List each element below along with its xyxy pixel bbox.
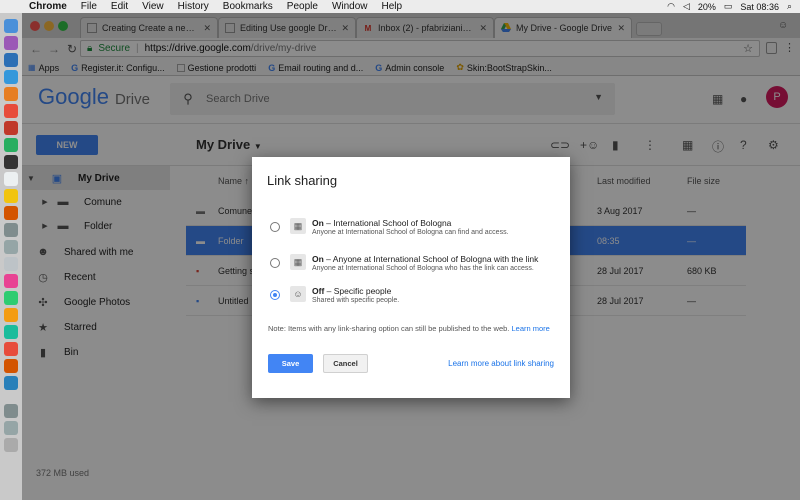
- app-icon[interactable]: [4, 223, 18, 237]
- volume-icon[interactable]: ◁: [683, 1, 690, 12]
- dialog-title: Link sharing: [267, 173, 338, 188]
- books-icon[interactable]: [4, 359, 18, 373]
- link-sharing-dialog: Link sharing ▦ On – International School…: [252, 157, 570, 398]
- publish-note: Note: Items with any link-sharing option…: [268, 324, 550, 333]
- menu-help[interactable]: Help: [375, 1, 410, 12]
- siri-icon[interactable]: [4, 36, 18, 50]
- person-icon: ☺: [290, 286, 306, 302]
- menu-window[interactable]: Window: [325, 1, 375, 12]
- menu-view[interactable]: View: [135, 1, 171, 12]
- sharing-option-organization-link[interactable]: ▦ On – Anyone at International School of…: [270, 251, 560, 281]
- menubar-clock[interactable]: Sat 08:36: [740, 2, 779, 12]
- downloads-icon[interactable]: [4, 421, 18, 435]
- radio-button[interactable]: [270, 222, 280, 232]
- battery-percent[interactable]: 20%: [698, 2, 716, 12]
- photos-icon[interactable]: [4, 308, 18, 322]
- organization-link-icon: ▦: [290, 254, 306, 270]
- learn-more-link[interactable]: Learn more: [511, 324, 549, 333]
- music-icon[interactable]: [4, 342, 18, 356]
- radio-button[interactable]: [270, 258, 280, 268]
- organization-icon: ▦: [290, 218, 306, 234]
- save-button[interactable]: Save: [268, 354, 313, 373]
- app-icon[interactable]: [4, 240, 18, 254]
- sharing-option-specific-people[interactable]: ☺ Off – Specific people Shared with spec…: [270, 283, 560, 313]
- macos-menubar: Chrome File Edit View History Bookmarks …: [0, 0, 800, 13]
- finder-icon[interactable]: [4, 19, 18, 33]
- launchpad-icon[interactable]: [4, 53, 18, 67]
- contacts-icon[interactable]: [4, 257, 18, 271]
- menu-app-name[interactable]: Chrome: [22, 1, 74, 12]
- menu-file[interactable]: File: [74, 1, 104, 12]
- safari-icon[interactable]: [4, 70, 18, 84]
- calendar-icon[interactable]: [4, 274, 18, 288]
- app-icon[interactable]: [4, 206, 18, 220]
- app-icon[interactable]: [4, 172, 18, 186]
- menu-bookmarks[interactable]: Bookmarks: [216, 1, 280, 12]
- menu-edit[interactable]: Edit: [104, 1, 135, 12]
- app-store-icon[interactable]: [4, 376, 18, 390]
- radio-button-selected[interactable]: [270, 290, 280, 300]
- app-icon[interactable]: [4, 121, 18, 135]
- menu-history[interactable]: History: [171, 1, 216, 12]
- terminal-icon[interactable]: [4, 155, 18, 169]
- messages-icon[interactable]: [4, 325, 18, 339]
- chrome-icon[interactable]: [4, 104, 18, 118]
- menu-people[interactable]: People: [280, 1, 325, 12]
- battery-icon: ▭: [723, 1, 733, 11]
- wifi-icon[interactable]: ◠: [667, 1, 675, 12]
- search-icon[interactable]: ⌕: [787, 1, 792, 12]
- dock: [0, 13, 22, 500]
- system-preferences-icon[interactable]: [4, 404, 18, 418]
- app-icon[interactable]: [4, 291, 18, 305]
- trash-icon[interactable]: [4, 438, 18, 452]
- cancel-button[interactable]: Cancel: [323, 354, 368, 373]
- app-icon[interactable]: [4, 138, 18, 152]
- sharing-option-organization[interactable]: ▦ On – International School of Bologna A…: [270, 215, 560, 245]
- notes-icon[interactable]: [4, 189, 18, 203]
- learn-more-link-sharing-link[interactable]: Learn more about link sharing: [448, 359, 554, 368]
- firefox-icon[interactable]: [4, 87, 18, 101]
